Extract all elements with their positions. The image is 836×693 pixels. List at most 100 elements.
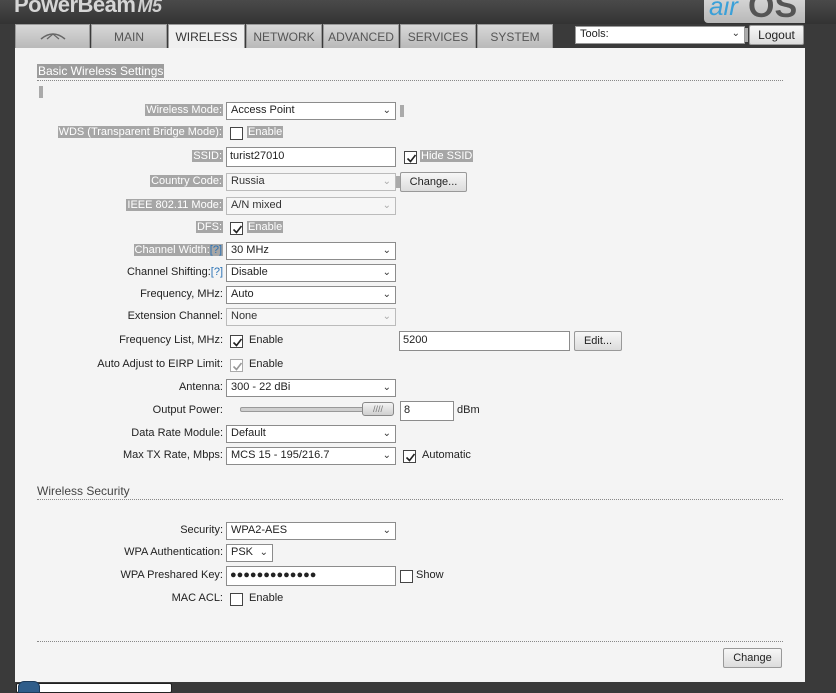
brand-model: M5 <box>137 0 162 16</box>
wireless-mode-select[interactable]: Access Point ⌄ <box>226 102 396 120</box>
check-icon <box>232 362 243 371</box>
output-power-slider-handle[interactable]: //// <box>362 402 394 416</box>
channel-shifting-label: Channel Shifting:[?] <box>127 266 223 278</box>
tab-main[interactable]: MAIN <box>91 24 167 48</box>
channel-shifting-help-link[interactable]: [?] <box>211 266 223 278</box>
wpa-authentication-label: WPA Authentication: <box>124 546 223 558</box>
auto-adjust-checkbox[interactable] <box>230 359 243 372</box>
extension-channel-value: None <box>231 310 258 322</box>
change-button[interactable]: Change <box>723 648 782 668</box>
channel-shifting-text: Channel Shifting: <box>126 266 211 278</box>
ieee-mode-select[interactable]: A/N mixed ⌄ <box>226 197 396 215</box>
antenna-value: 300 - 22 dBi <box>231 381 291 393</box>
tab-services[interactable]: SERVICES <box>400 24 476 48</box>
country-change-button[interactable]: Change... <box>400 172 467 192</box>
channel-shifting-select[interactable]: Disable ⌄ <box>226 264 396 282</box>
data-rate-module-label: Data Rate Module: <box>131 427 223 439</box>
airos-prefix: air <box>709 0 738 21</box>
wpa-authentication-value: PSK <box>231 546 254 558</box>
tab-advanced[interactable]: ADVANCED <box>323 24 399 48</box>
basic-divider <box>37 80 783 81</box>
country-code-value: Russia <box>231 175 265 187</box>
channel-width-help-link[interactable]: [?] <box>210 244 222 256</box>
tab-logo[interactable] <box>15 24 90 48</box>
chevron-down-icon: ⌄ <box>382 450 391 461</box>
chevron-down-icon: ⌄ <box>382 105 391 116</box>
header: PowerBeam M5 air OS <box>0 0 836 24</box>
chevron-down-icon: ⌄ <box>731 28 740 39</box>
ssid-label: SSID: <box>192 150 223 162</box>
ieee-mode-value: A/N mixed <box>231 199 282 211</box>
section-grip <box>39 86 43 98</box>
chevron-down-icon: ⌄ <box>382 525 391 536</box>
logout-button[interactable]: Logout <box>749 25 804 45</box>
chevron-down-icon: ⌄ <box>382 428 391 439</box>
check-icon <box>405 453 416 462</box>
frequency-list-checkbox[interactable] <box>230 335 243 348</box>
max-tx-rate-label: Max TX Rate, Mbps: <box>122 449 223 461</box>
mac-acl-checkbox[interactable] <box>230 593 243 606</box>
output-power-input[interactable]: 8 <box>400 401 454 421</box>
frequency-list-label: Frequency List, MHz: <box>119 334 223 346</box>
wpa-authentication-select[interactable]: PSK ⌄ <box>226 544 273 562</box>
data-rate-module-select[interactable]: Default ⌄ <box>226 425 396 443</box>
frequency-value: Auto <box>231 288 254 300</box>
channel-width-select[interactable]: 30 MHz ⌄ <box>226 242 396 260</box>
max-tx-rate-select[interactable]: MCS 15 - 195/216.7 ⌄ <box>226 447 396 465</box>
auto-adjust-enable-label: Enable <box>249 358 284 370</box>
data-rate-module-value: Default <box>231 427 266 439</box>
tools-select-value: Tools: <box>580 28 609 40</box>
antenna-select[interactable]: 300 - 22 dBi ⌄ <box>226 379 396 397</box>
wpa-key-label: WPA Preshared Key: <box>120 569 223 581</box>
tab-network[interactable]: NETWORK <box>246 24 322 48</box>
brand-logo: PowerBeam M5 <box>14 0 162 18</box>
chevron-down-icon: ⌄ <box>382 311 391 322</box>
frequency-select[interactable]: Auto ⌄ <box>226 286 396 304</box>
frequency-list-edit-button[interactable]: Edit... <box>574 331 622 351</box>
country-code-label: Country Code: <box>150 175 223 187</box>
output-power-label: Output Power: <box>152 404 223 416</box>
ieee-mode-label: IEEE 802.11 Mode: <box>126 199 223 211</box>
wpa-key-input[interactable]: ●●●●●●●●●●●●● <box>226 566 396 586</box>
airos-suffix: OS <box>748 0 798 23</box>
antenna-label: Antenna: <box>178 381 223 393</box>
frequency-label: Frequency, MHz: <box>140 288 223 300</box>
max-tx-automatic-checkbox[interactable] <box>403 450 416 463</box>
basic-settings-title: Basic Wireless Settings <box>37 64 165 78</box>
country-code-select[interactable]: Russia ⌄ <box>226 173 396 191</box>
tab-system[interactable]: SYSTEM <box>477 24 553 48</box>
brand-name: PowerBeam <box>14 0 136 17</box>
wireless-mode-value: Access Point <box>231 104 295 116</box>
chevron-down-icon: ⌄ <box>382 200 391 211</box>
wds-enable-label: Enable <box>247 126 284 138</box>
wds-label: WDS (Transparent Bridge Mode): <box>57 126 223 138</box>
security-select[interactable]: WPA2-AES ⌄ <box>226 522 396 540</box>
show-key-checkbox[interactable] <box>400 570 413 583</box>
chevron-down-icon: ⌄ <box>382 267 391 278</box>
mac-acl-enable-label: Enable <box>249 592 284 604</box>
channel-width-text: Channel Width: <box>134 244 210 256</box>
shield-icon <box>18 681 40 693</box>
frequency-list-input[interactable]: 5200 <box>399 331 570 351</box>
max-tx-rate-value: MCS 15 - 195/216.7 <box>231 449 330 461</box>
extension-channel-select[interactable]: None ⌄ <box>226 308 396 326</box>
airos-logo: air OS <box>704 0 805 23</box>
tools-select[interactable]: Tools: ⌄ <box>575 26 745 44</box>
chevron-down-icon: ⌄ <box>382 382 391 393</box>
tools-grip <box>745 28 748 42</box>
chevron-down-icon: ⌄ <box>259 547 268 558</box>
security-value: WPA2-AES <box>231 524 288 536</box>
wireless-mode-label: Wireless Mode: <box>145 104 223 116</box>
wireless-mode-grip <box>400 105 404 117</box>
frequency-list-enable-label: Enable <box>249 334 284 346</box>
dfs-checkbox[interactable] <box>230 222 243 235</box>
chevron-down-icon: ⌄ <box>382 176 391 187</box>
check-icon <box>232 338 243 347</box>
security-divider <box>37 499 783 500</box>
mac-acl-label: MAC ACL: <box>171 592 223 604</box>
ssid-input[interactable]: turist27010 <box>226 147 396 167</box>
tab-wireless[interactable]: WIRELESS <box>168 24 245 49</box>
wds-checkbox[interactable] <box>230 127 243 140</box>
check-icon <box>406 154 417 163</box>
hide-ssid-checkbox[interactable] <box>404 151 417 164</box>
